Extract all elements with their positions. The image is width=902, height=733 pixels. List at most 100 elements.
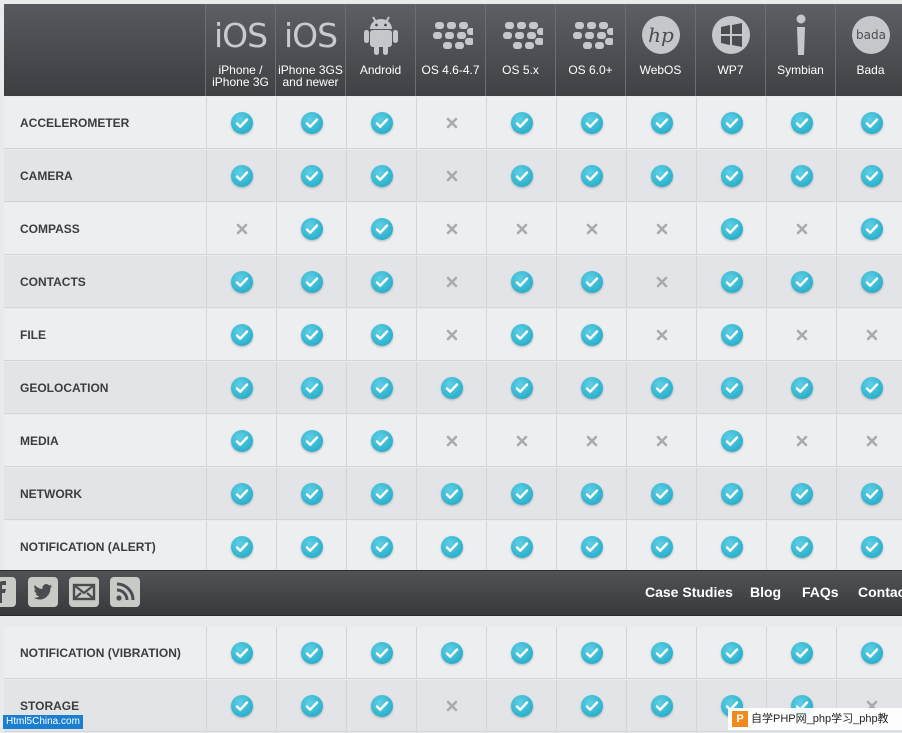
feature-row: NETWORK: [4, 468, 902, 520]
check-icon: [300, 112, 323, 134]
feature-name: NETWORK: [20, 487, 82, 501]
blackberry-logo-icon: [556, 12, 625, 58]
nav-link-case-studies[interactable]: Case Studies: [645, 584, 733, 600]
platform-label: WP7: [717, 63, 744, 77]
support-cell: [416, 150, 486, 202]
cross-icon: [586, 435, 598, 447]
check-icon: [860, 483, 883, 505]
nav-link-contact[interactable]: Contac: [858, 584, 902, 600]
support-cell: [696, 150, 766, 202]
support-cell: [626, 521, 696, 573]
feature-name: NOTIFICATION (ALERT): [20, 540, 156, 554]
check-icon: [720, 642, 743, 664]
support-cell: [696, 256, 766, 308]
nav-link-faqs[interactable]: FAQs: [802, 584, 839, 600]
support-cell: [276, 362, 346, 414]
support-cell: [206, 309, 276, 361]
support-cell: [626, 150, 696, 202]
support-cell: [346, 203, 416, 255]
feature-name: FILE: [20, 328, 46, 342]
support-cell: [836, 627, 902, 679]
nav-link-blog[interactable]: Blog: [750, 584, 781, 600]
support-cell: [766, 627, 836, 679]
ios-logo-icon: iOS: [206, 12, 275, 58]
blackberry-logo-icon: [486, 12, 555, 58]
check-icon: [580, 377, 603, 399]
check-icon: [510, 483, 533, 505]
support-cell: [206, 521, 276, 573]
support-cell: [276, 521, 346, 573]
support-cell: [346, 150, 416, 202]
support-cell: [556, 680, 626, 732]
platform-header: iOS iPhone 3GS and newer: [276, 4, 346, 96]
check-icon: [370, 112, 393, 134]
check-icon: [790, 112, 813, 134]
check-icon: [720, 377, 743, 399]
feature-row: COMPASS: [4, 203, 902, 255]
support-cell: [696, 627, 766, 679]
check-icon: [230, 536, 253, 558]
support-cell: [276, 309, 346, 361]
support-cell: [276, 627, 346, 679]
feature-name: NOTIFICATION (VIBRATION): [20, 646, 181, 660]
check-icon: [580, 112, 603, 134]
support-cell: [416, 362, 486, 414]
support-cell: [346, 97, 416, 149]
support-cell: [276, 415, 346, 467]
check-icon: [300, 430, 323, 452]
check-icon: [580, 271, 603, 293]
check-icon: [510, 377, 533, 399]
check-icon: [720, 165, 743, 187]
check-icon: [860, 112, 883, 134]
support-cell: [556, 203, 626, 255]
email-icon[interactable]: [69, 577, 99, 607]
check-icon: [580, 695, 603, 717]
check-icon: [370, 695, 393, 717]
feature-row: MEDIA: [4, 415, 902, 467]
support-cell: [626, 468, 696, 520]
check-icon: [510, 112, 533, 134]
support-cell: [486, 309, 556, 361]
support-cell: [836, 97, 902, 149]
check-icon: [230, 271, 253, 293]
support-cell: [486, 97, 556, 149]
support-cell: [416, 415, 486, 467]
check-icon: [370, 324, 393, 346]
cross-icon: [586, 223, 598, 235]
platform-label: Android: [359, 63, 402, 77]
check-icon: [300, 483, 323, 505]
check-icon: [230, 483, 253, 505]
support-cell: [836, 468, 902, 520]
bada-logo-icon: bada: [836, 12, 902, 58]
check-icon: [720, 536, 743, 558]
feature-row: FILE: [4, 309, 902, 361]
support-cell: [486, 680, 556, 732]
support-cell: [766, 203, 836, 255]
support-cell: [416, 521, 486, 573]
check-icon: [300, 324, 323, 346]
support-cell: [696, 362, 766, 414]
twitter-icon[interactable]: [28, 577, 58, 607]
check-icon: [650, 112, 673, 134]
support-cell: [416, 627, 486, 679]
check-icon: [370, 165, 393, 187]
support-cell: [766, 150, 836, 202]
platform-header: Android: [346, 4, 416, 96]
check-icon: [720, 483, 743, 505]
support-cell: [766, 256, 836, 308]
platform-label: iPhone / iPhone 3G: [212, 63, 269, 89]
support-cell: [626, 415, 696, 467]
android-logo-icon: [346, 12, 415, 58]
facebook-icon[interactable]: [0, 577, 16, 607]
support-cell: [346, 309, 416, 361]
support-cell: [206, 468, 276, 520]
php-logo-icon: P: [732, 711, 748, 727]
platform-label: OS 5.x: [502, 63, 539, 77]
check-icon: [650, 695, 673, 717]
support-cell: [416, 468, 486, 520]
rss-icon[interactable]: [110, 577, 140, 607]
check-icon: [230, 430, 253, 452]
platform-header: OS 6.0+: [556, 4, 626, 96]
support-cell: [416, 256, 486, 308]
check-icon: [300, 165, 323, 187]
